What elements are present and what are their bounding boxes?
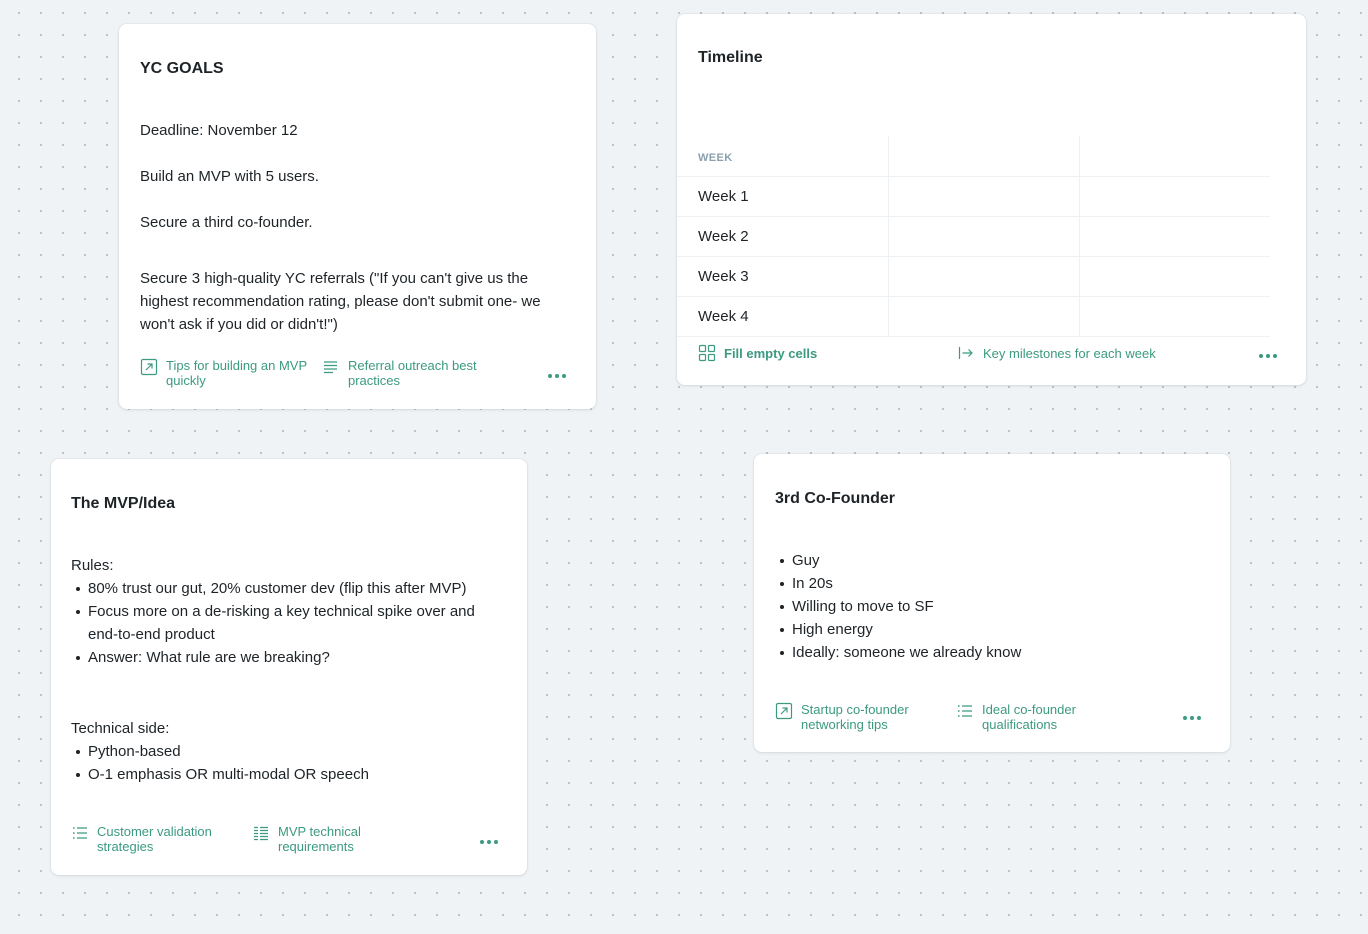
list-item: Willing to move to SF	[780, 595, 1212, 618]
more-horizontal-icon	[480, 840, 484, 844]
list-item: Answer: What rule are we breaking?	[76, 646, 491, 669]
more-horizontal-icon	[1183, 716, 1187, 720]
table-cell[interactable]: Week 4	[677, 296, 888, 337]
deadline-text: Deadline: November 12	[140, 122, 298, 139]
suggestion-customer-validation[interactable]: Customer validation strategies	[71, 824, 236, 854]
column-header-week[interactable]: WEEK	[677, 136, 888, 177]
card-actions: Startup co-founder networking tips Ideal…	[754, 702, 1230, 736]
table-cell[interactable]	[887, 256, 1079, 297]
list-icon	[71, 824, 89, 842]
table-cell[interactable]	[887, 296, 1079, 337]
more-options-button[interactable]	[1181, 710, 1203, 726]
suggestion-label: Startup co-founder networking tips	[801, 702, 909, 732]
cofounder-criteria-list: Guy In 20s Willing to move to SF High en…	[775, 549, 1212, 664]
suggestion-referral-outreach[interactable]: Referral outreach best practices	[322, 358, 497, 388]
table-cell[interactable]	[887, 216, 1079, 257]
suggestion-mvp-tips[interactable]: Tips for building an MVP quickly	[140, 358, 315, 388]
column-header-empty[interactable]	[887, 136, 1079, 177]
suggestion-label: MVP technical requirements	[278, 824, 361, 854]
list-item: Python-based	[76, 740, 491, 763]
arrow-right-bar-icon	[957, 344, 975, 362]
list-item: 80% trust our gut, 20% customer dev (fli…	[76, 577, 491, 600]
more-horizontal-icon	[1259, 354, 1263, 358]
goal-cofounder-text: Secure a third co-founder.	[140, 214, 313, 231]
timeline-card[interactable]: Timeline WEEK Week 1 Week 2 Week 3 Week …	[677, 14, 1306, 385]
suggestion-label: Key milestones for each week	[983, 345, 1156, 361]
cofounder-card[interactable]: 3rd Co-Founder Guy In 20s Willing to mov…	[754, 454, 1230, 752]
goal-mvp-text: Build an MVP with 5 users.	[140, 168, 319, 185]
table-cell[interactable]	[1078, 176, 1270, 217]
goal-referrals-text: Secure 3 high-quality YC referrals ("If …	[140, 270, 541, 333]
text-lines-icon	[322, 358, 340, 376]
suggestion-label: Ideal co-founder qualifications	[982, 702, 1076, 732]
card-title: YC GOALS	[140, 60, 224, 77]
card-title: Timeline	[698, 49, 763, 66]
suggestion-cofounder-qualifications[interactable]: Ideal co-founder qualifications	[956, 702, 1121, 732]
card-actions: Fill empty cells Key milestones for each…	[677, 344, 1306, 378]
suggestion-label: Referral outreach best practices	[348, 358, 477, 388]
table-header-row: WEEK	[677, 136, 1270, 177]
technical-section: Technical side: Python-based O-1 emphasi…	[71, 717, 491, 786]
rules-label: Rules:	[71, 557, 114, 574]
mvp-idea-card[interactable]: The MVP/Idea Rules: 80% trust our gut, 2…	[51, 459, 527, 875]
suggestion-mvp-technical[interactable]: MVP technical requirements	[252, 824, 417, 854]
list-item: Focus more on a de-risking a key technic…	[76, 600, 491, 646]
suggestion-networking-tips[interactable]: Startup co-founder networking tips	[775, 702, 945, 732]
table-cell[interactable]: Week 2	[677, 216, 888, 257]
list-icon	[956, 702, 974, 720]
suggestion-label: Fill empty cells	[724, 345, 818, 361]
yc-goals-card[interactable]: YC GOALS Deadline: November 12 Build an …	[119, 24, 596, 409]
table-cell[interactable]	[1078, 296, 1270, 337]
timeline-table: WEEK Week 1 Week 2 Week 3 Week 4	[677, 136, 1270, 337]
list-item: O-1 emphasis OR multi-modal OR speech	[76, 763, 491, 786]
table-cell[interactable]	[887, 176, 1079, 217]
card-title: 3rd Co-Founder	[775, 490, 895, 507]
arrow-box-icon	[775, 702, 793, 720]
suggestion-key-milestones[interactable]: Key milestones for each week	[957, 344, 1197, 362]
card-actions: Tips for building an MVP quickly Referra…	[119, 358, 596, 392]
more-options-button[interactable]	[478, 834, 500, 850]
more-options-button[interactable]	[1257, 348, 1279, 364]
list-item: Ideally: someone we already know	[780, 641, 1212, 664]
table-cell[interactable]	[1078, 256, 1270, 297]
rules-section: Rules: 80% trust our gut, 20% customer d…	[71, 554, 491, 669]
table-row: Week 3	[677, 256, 1270, 297]
table-cell[interactable]: Week 3	[677, 256, 888, 297]
technical-label: Technical side:	[71, 720, 170, 737]
arrow-box-icon	[140, 358, 158, 376]
suggestion-label: Customer validation strategies	[97, 824, 212, 854]
list-item: In 20s	[780, 572, 1212, 595]
suggestion-label: Tips for building an MVP quickly	[166, 358, 307, 388]
table-cell[interactable]	[1078, 216, 1270, 257]
column-header-empty[interactable]	[1078, 136, 1270, 177]
card-title: The MVP/Idea	[71, 495, 176, 512]
suggestion-fill-empty-cells[interactable]: Fill empty cells	[698, 344, 898, 362]
rules-list: 80% trust our gut, 20% customer dev (fli…	[71, 577, 491, 669]
table-list-icon	[252, 824, 270, 842]
grid-icon	[698, 344, 716, 362]
more-horizontal-icon	[548, 374, 552, 378]
list-item: Guy	[780, 549, 1212, 572]
list-item: High energy	[780, 618, 1212, 641]
table-row: Week 4	[677, 296, 1270, 337]
table-row: Week 2	[677, 216, 1270, 257]
more-options-button[interactable]	[546, 368, 568, 384]
table-cell[interactable]: Week 1	[677, 176, 888, 217]
technical-list: Python-based O-1 emphasis OR multi-modal…	[71, 740, 491, 786]
table-row: Week 1	[677, 176, 1270, 217]
card-actions: Customer validation strategies MVP techn…	[51, 824, 527, 858]
